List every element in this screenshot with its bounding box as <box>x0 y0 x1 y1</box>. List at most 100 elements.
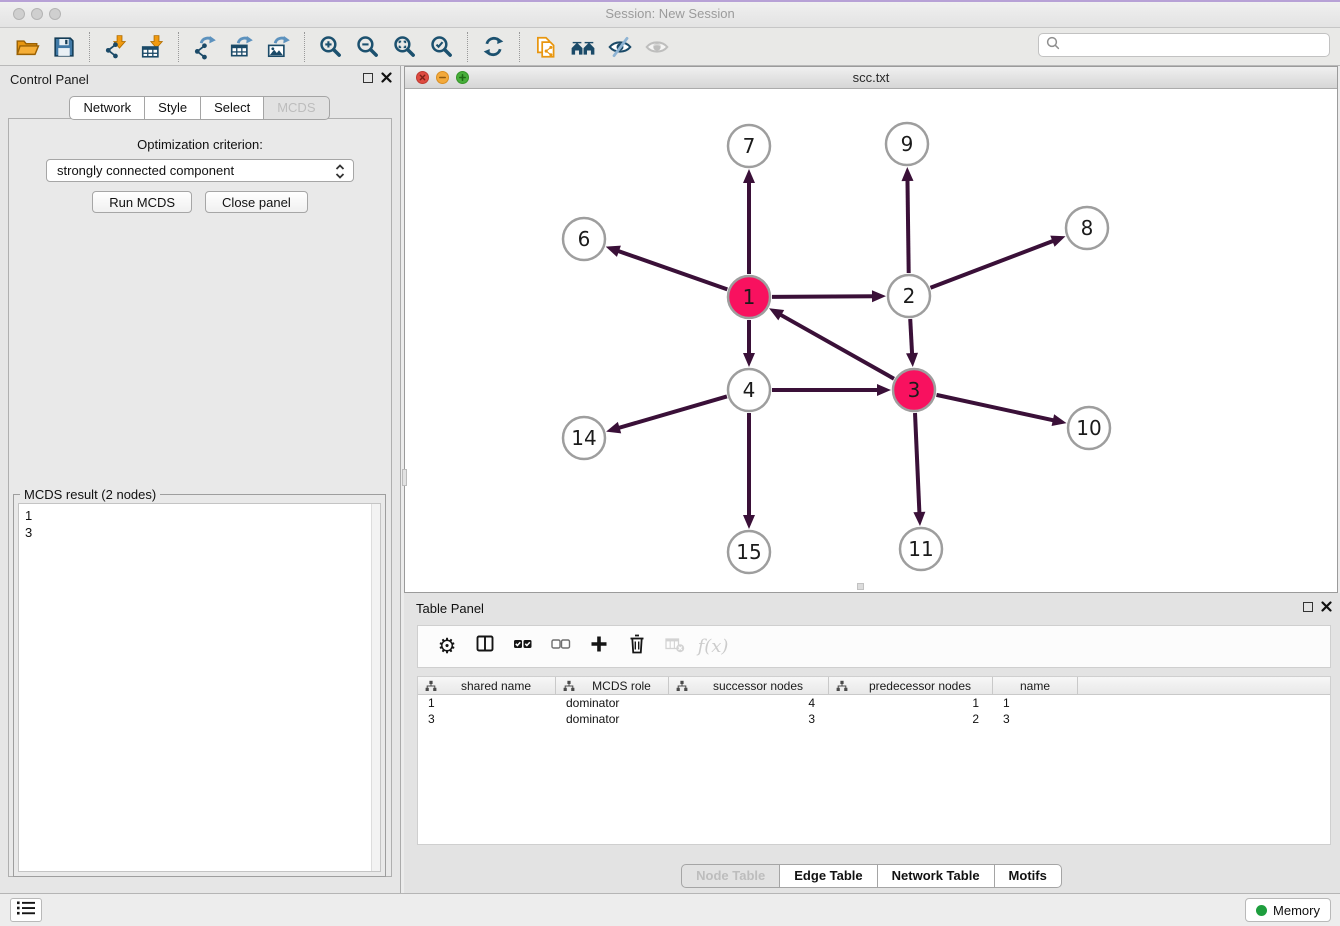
float-table-panel-icon[interactable] <box>1303 602 1313 612</box>
export-table-button[interactable] <box>223 31 260 63</box>
zoom-out-icon <box>355 34 380 59</box>
table-cell[interactable]: dominator <box>556 711 669 727</box>
export-network-button[interactable] <box>186 31 223 63</box>
svg-text:11: 11 <box>908 537 933 561</box>
column-header-predecessor-nodes[interactable]: predecessor nodes <box>829 677 993 694</box>
close-panel-button[interactable]: Close panel <box>205 191 308 213</box>
column-view-button[interactable] <box>466 630 504 664</box>
refresh-view-icon <box>481 34 506 59</box>
table-cell[interactable]: 4 <box>669 695 829 711</box>
result-scrollbar[interactable] <box>371 504 380 871</box>
tab-edge-table[interactable]: Edge Table <box>779 864 877 888</box>
tab-motifs[interactable]: Motifs <box>994 864 1062 888</box>
tab-mcds[interactable]: MCDS <box>263 96 329 120</box>
run-mcds-button[interactable]: Run MCDS <box>92 191 192 213</box>
settings-button[interactable]: ⚙ <box>428 630 466 664</box>
graph-edge-3-1[interactable] <box>769 308 894 378</box>
tab-network-table[interactable]: Network Table <box>877 864 995 888</box>
table-cell[interactable]: 3 <box>993 711 1078 727</box>
close-table-panel-icon[interactable] <box>1321 601 1332 612</box>
graph-node-8[interactable]: 8 <box>1066 207 1108 249</box>
zoom-fit-button[interactable] <box>386 31 423 63</box>
mcds-result-textarea[interactable]: 13 <box>18 503 381 872</box>
table-cell[interactable]: 1 <box>829 695 993 711</box>
graph-node-6[interactable]: 6 <box>563 218 605 260</box>
zoom-selected-button[interactable] <box>423 31 460 63</box>
table-cell[interactable]: 3 <box>418 711 556 727</box>
graph-node-4[interactable]: 4 <box>728 369 770 411</box>
duplicate-network-button[interactable] <box>527 31 564 63</box>
export-image-button[interactable] <box>260 31 297 63</box>
svg-text:14: 14 <box>571 426 596 450</box>
canvas-resize-grip[interactable] <box>857 583 864 590</box>
column-header-mcds-role[interactable]: MCDS role <box>556 677 669 694</box>
graph-node-3[interactable]: 3 <box>893 369 935 411</box>
hide-selected-icon <box>607 34 633 60</box>
table-cell[interactable]: 2 <box>829 711 993 727</box>
zoom-selected-icon <box>429 34 454 59</box>
graph-edge-4-3[interactable] <box>772 384 891 396</box>
add-row-button[interactable] <box>580 630 618 664</box>
show-panels-button[interactable] <box>10 898 42 922</box>
deselect-all-button[interactable] <box>542 630 580 664</box>
table-cell[interactable]: 3 <box>669 711 829 727</box>
table-row[interactable]: 3dominator323 <box>418 711 1330 727</box>
save-session-button[interactable] <box>45 31 82 63</box>
tab-style[interactable]: Style <box>144 96 201 120</box>
table-cell[interactable]: 1 <box>418 695 556 711</box>
network-view-titlebar[interactable]: scc.txt <box>405 67 1337 89</box>
deselect-all-icon <box>551 634 571 659</box>
network-canvas[interactable]: 1 2 3 4 6 7 8 9 10 11 14 15 <box>405 89 1337 591</box>
hide-selected-button[interactable] <box>601 31 638 63</box>
graph-node-10[interactable]: 10 <box>1068 407 1110 449</box>
import-table-button[interactable] <box>134 31 171 63</box>
open-file-button[interactable] <box>8 31 45 63</box>
search-icon <box>1045 35 1061 56</box>
graph-edge-2-3[interactable] <box>906 319 918 367</box>
graph-edge-3-10[interactable] <box>936 395 1066 426</box>
column-header-successor-nodes[interactable]: successor nodes <box>669 677 829 694</box>
show-hidden-button[interactable] <box>638 31 675 63</box>
zoom-in-button[interactable] <box>312 31 349 63</box>
float-panel-icon[interactable] <box>363 73 373 83</box>
splitter-grip[interactable] <box>402 469 407 486</box>
graph-node-15[interactable]: 15 <box>728 531 770 573</box>
show-all-networks-button[interactable] <box>564 31 601 63</box>
column-header-name[interactable]: name <box>993 677 1078 694</box>
criterion-select[interactable]: strongly connected component <box>46 159 354 182</box>
graph-node-1[interactable]: 1 <box>728 276 770 318</box>
tab-select[interactable]: Select <box>200 96 264 120</box>
graph-edge-1-2[interactable] <box>772 290 886 302</box>
import-network-button[interactable] <box>97 31 134 63</box>
graph-edge-2-8[interactable] <box>930 236 1065 288</box>
graph-node-9[interactable]: 9 <box>886 123 928 165</box>
graph-edge-2-9[interactable] <box>901 167 913 273</box>
table-row[interactable]: 1dominator411 <box>418 695 1330 711</box>
graph-edge-3-11[interactable] <box>913 413 925 526</box>
table-cell[interactable]: dominator <box>556 695 669 711</box>
shared-column-icon <box>676 680 688 692</box>
graph-edge-1-4[interactable] <box>743 320 755 367</box>
graph-node-2[interactable]: 2 <box>888 275 930 317</box>
graph-edge-4-15[interactable] <box>743 413 755 529</box>
tab-network[interactable]: Network <box>69 96 145 120</box>
delete-row-button[interactable] <box>618 630 656 664</box>
zoom-out-button[interactable] <box>349 31 386 63</box>
tab-node-table[interactable]: Node Table <box>681 864 780 888</box>
graph-node-11[interactable]: 11 <box>900 528 942 570</box>
column-header-shared-name[interactable]: shared name <box>418 677 556 694</box>
memory-button[interactable]: Memory <box>1245 898 1331 922</box>
titlebar: Session: New Session <box>0 0 1340 28</box>
save-session-icon <box>51 34 76 59</box>
close-panel-icon[interactable] <box>381 72 392 83</box>
graph-edge-4-14[interactable] <box>606 396 727 433</box>
graph-node-7[interactable]: 7 <box>728 125 770 167</box>
search-input[interactable] <box>1061 35 1329 55</box>
graph-node-14[interactable]: 14 <box>563 417 605 459</box>
graph-edge-1-6[interactable] <box>606 246 728 290</box>
select-all-button[interactable] <box>504 630 542 664</box>
refresh-view-button[interactable] <box>475 31 512 63</box>
graph-edge-1-7[interactable] <box>743 169 755 274</box>
import-network-icon <box>103 34 129 60</box>
table-cell[interactable]: 1 <box>993 695 1078 711</box>
